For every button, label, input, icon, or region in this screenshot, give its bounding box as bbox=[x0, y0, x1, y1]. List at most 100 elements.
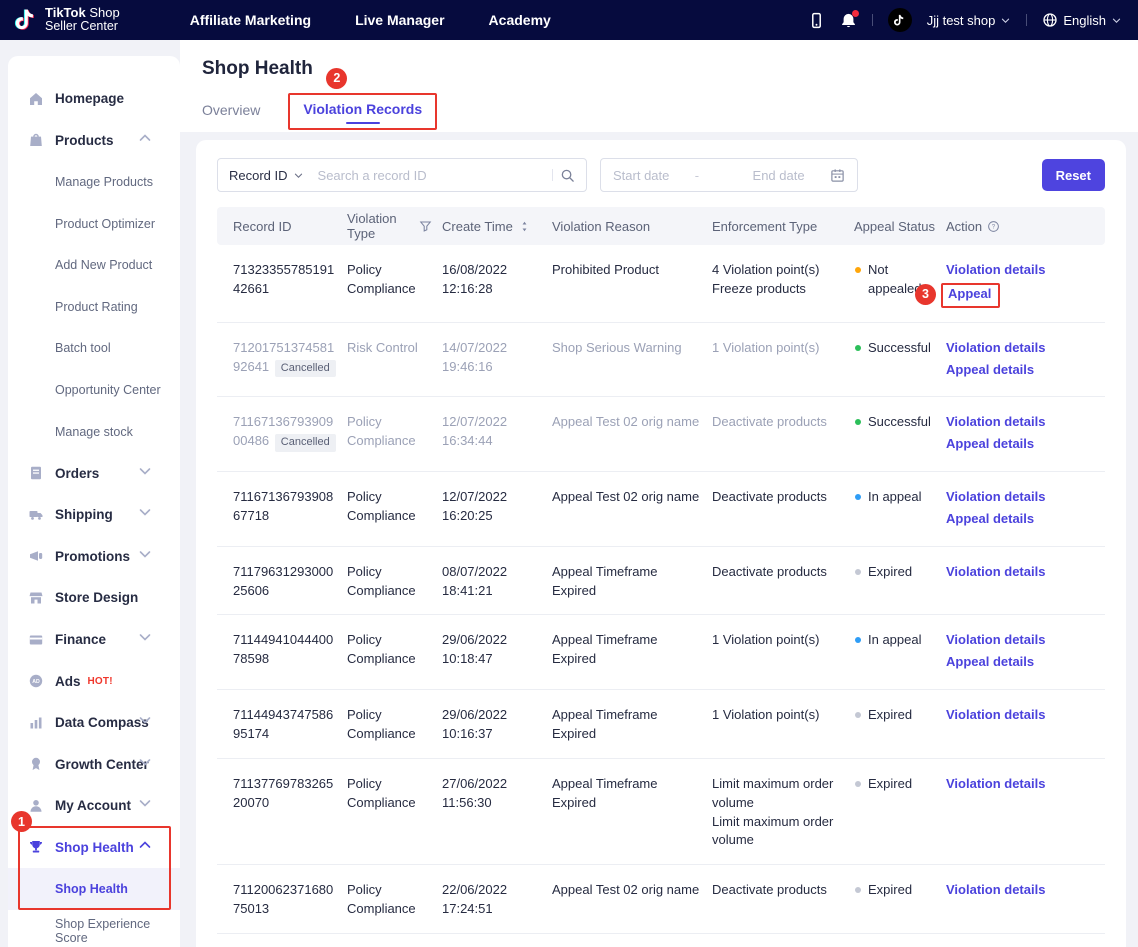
sidebar-item-add-new-product[interactable]: Add New Product bbox=[8, 244, 180, 286]
sidebar-item-my-account[interactable]: My Account bbox=[8, 785, 180, 827]
action-link-violation-details[interactable]: Violation details bbox=[946, 413, 1099, 432]
divider bbox=[552, 169, 553, 181]
topbar-nav-academy[interactable]: Academy bbox=[489, 12, 551, 28]
table-row: 7114494104440078598Policy Compliance29/0… bbox=[217, 615, 1105, 690]
action-cell: Violation details Appeal details bbox=[946, 631, 1099, 675]
action-link-violation-details[interactable]: Violation details bbox=[946, 488, 1099, 507]
action-link-appeal-details[interactable]: Appeal details bbox=[946, 435, 1099, 454]
sidebar-item-label: Ads bbox=[55, 674, 81, 689]
table-row: 7113776978326520070Policy Compliance27/0… bbox=[217, 759, 1105, 865]
filter-bar: Record ID Search a record ID Start date … bbox=[217, 158, 1105, 192]
sidebar-item-products[interactable]: Products bbox=[8, 120, 180, 162]
sidebar-item-shipping[interactable]: Shipping bbox=[8, 494, 180, 536]
sidebar-item-product-optimizer[interactable]: Product Optimizer bbox=[8, 203, 180, 245]
sidebar-item-batch-tool[interactable]: Batch tool bbox=[8, 328, 180, 370]
action-link-violation-details[interactable]: Violation details bbox=[946, 706, 1099, 725]
sidebar-item-shop-health[interactable]: Shop Health bbox=[8, 827, 180, 869]
sidebar-item-shop-health[interactable]: Shop Health bbox=[8, 868, 180, 910]
search-input[interactable]: Search a record ID bbox=[318, 168, 545, 183]
sidebar-item-opportunity-center[interactable]: Opportunity Center bbox=[8, 369, 180, 411]
record-id-cell: 7120175137458192641 Cancelled bbox=[217, 339, 347, 378]
my-account-icon bbox=[28, 798, 44, 814]
sidebar-item-shop-experience-score[interactable]: Shop Experience Score bbox=[8, 910, 180, 947]
violation-type-cell: Policy Compliance bbox=[347, 413, 442, 451]
sidebar-item-label: Promotions bbox=[55, 549, 130, 564]
sidebar-item-promotions[interactable]: Promotions bbox=[8, 536, 180, 578]
sort-icon[interactable] bbox=[518, 220, 531, 233]
divider bbox=[872, 14, 873, 26]
shop-health-icon bbox=[28, 839, 44, 855]
sidebar-item-label: Shop Health bbox=[55, 882, 128, 896]
action-link-appeal-details[interactable]: Appeal details bbox=[946, 510, 1099, 529]
mobile-app-icon[interactable] bbox=[808, 12, 825, 29]
question-icon[interactable]: ? bbox=[987, 220, 1000, 233]
calendar-icon[interactable] bbox=[830, 168, 845, 183]
enforcement-type-cell: 1 Violation point(s) bbox=[712, 339, 854, 358]
status-dot bbox=[855, 419, 861, 425]
tab-overview[interactable]: Overview bbox=[202, 102, 260, 132]
action-link-violation-details[interactable]: Violation details bbox=[946, 881, 1099, 900]
sidebar-item-data-compass[interactable]: Data Compass bbox=[8, 702, 180, 744]
shop-name-menu[interactable]: Jjj test shop bbox=[927, 13, 1012, 28]
table-body: 7132335578519142661Policy Compliance16/0… bbox=[217, 245, 1105, 934]
record-search-box[interactable]: Record ID Search a record ID bbox=[217, 158, 587, 192]
appeal-status-cell: Successful bbox=[854, 413, 946, 432]
enforcement-type-cell: Deactivate products bbox=[712, 881, 854, 900]
reset-button[interactable]: Reset bbox=[1042, 159, 1105, 191]
page-header: Shop Health Overview 2 Violation Records bbox=[180, 40, 1138, 132]
chevron-down-icon bbox=[1111, 15, 1122, 26]
sidebar-item-manage-stock[interactable]: Manage stock bbox=[8, 411, 180, 453]
sidebar-item-store-design[interactable]: Store Design bbox=[8, 577, 180, 619]
sidebar-item-product-rating[interactable]: Product Rating bbox=[8, 286, 180, 328]
violation-type-cell: Policy Compliance bbox=[347, 488, 442, 526]
tiktok-shop-logo[interactable]: TikTok Shop Seller Center bbox=[0, 6, 120, 34]
sidebar: HomepageProductsManage ProductsProduct O… bbox=[8, 56, 180, 947]
sidebar-item-growth-center[interactable]: Growth Center bbox=[8, 744, 180, 786]
appeal-status-cell: In appeal bbox=[854, 488, 946, 507]
action-cell: Violation details Appeal details bbox=[946, 339, 1099, 383]
column-header-violation-type: Violation Type bbox=[347, 211, 442, 241]
shop-avatar[interactable] bbox=[888, 8, 912, 32]
action-link-violation-details[interactable]: Violation details bbox=[946, 261, 1099, 280]
hot-badge: HOT! bbox=[88, 676, 113, 687]
logo-text: TikTok Shop Seller Center bbox=[45, 6, 120, 34]
sidebar-item-homepage[interactable]: Homepage bbox=[8, 78, 180, 120]
page-title: Shop Health bbox=[180, 40, 1138, 80]
appeal-status-cell: In appeal bbox=[854, 631, 946, 650]
appeal-status-cell: Successful bbox=[854, 339, 946, 358]
tab-violation-records[interactable]: Violation Records bbox=[303, 101, 422, 125]
filter-icon[interactable] bbox=[419, 220, 432, 233]
notification-bell-icon[interactable] bbox=[840, 12, 857, 29]
table-row: 7116713679390900486 CancelledPolicy Comp… bbox=[217, 397, 1105, 472]
violation-reason-cell: Prohibited Product bbox=[552, 261, 712, 280]
promotions-icon bbox=[28, 548, 44, 564]
topbar-nav: Affiliate Marketing Live Manager Academy bbox=[190, 12, 551, 28]
action-link-appeal-details[interactable]: Appeal details bbox=[946, 653, 1099, 672]
sidebar-item-orders[interactable]: Orders bbox=[8, 452, 180, 494]
action-link-violation-details[interactable]: Violation details bbox=[946, 339, 1099, 358]
sidebar-item-finance[interactable]: Finance bbox=[8, 619, 180, 661]
action-link-appeal[interactable]: Appeal bbox=[948, 285, 991, 304]
action-link-appeal-details[interactable]: Appeal details bbox=[946, 361, 1099, 380]
status-dot bbox=[855, 494, 861, 500]
column-header-action: Action? bbox=[946, 219, 1099, 234]
date-range-picker[interactable]: Start date - End date bbox=[600, 158, 858, 192]
chevron-down-icon bbox=[1000, 15, 1011, 26]
end-date-input[interactable]: End date bbox=[753, 168, 805, 183]
status-dot bbox=[855, 712, 861, 718]
divider bbox=[1026, 14, 1027, 26]
search-icon[interactable] bbox=[560, 168, 575, 183]
start-date-input[interactable]: Start date bbox=[613, 168, 669, 183]
sidebar-item-label: My Account bbox=[55, 798, 131, 813]
action-link-violation-details[interactable]: Violation details bbox=[946, 775, 1099, 794]
sidebar-item-ads[interactable]: ADAdsHOT! bbox=[8, 660, 180, 702]
action-link-violation-details[interactable]: Violation details bbox=[946, 631, 1099, 650]
topbar-nav-live-manager[interactable]: Live Manager bbox=[355, 12, 444, 28]
action-link-violation-details[interactable]: Violation details bbox=[946, 563, 1099, 582]
search-field-selector[interactable]: Record ID bbox=[229, 168, 304, 183]
sidebar-item-manage-products[interactable]: Manage Products bbox=[8, 161, 180, 203]
record-id-cell: 7117963129300025606 bbox=[217, 563, 347, 601]
language-selector[interactable]: English bbox=[1042, 12, 1122, 28]
action-cell: Violation details bbox=[946, 706, 1099, 728]
topbar-nav-affiliate-marketing[interactable]: Affiliate Marketing bbox=[190, 12, 311, 28]
